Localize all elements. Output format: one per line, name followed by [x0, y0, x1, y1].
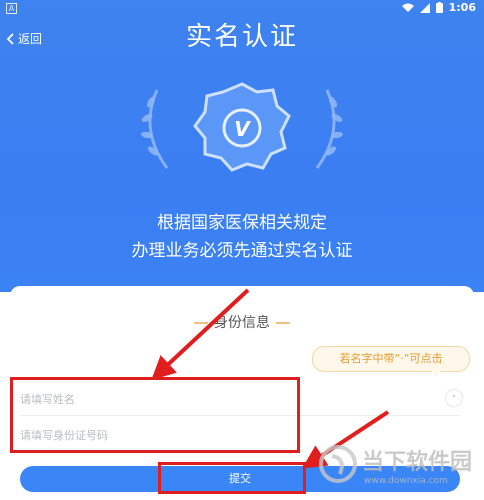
page-title: 实名认证 [185, 22, 298, 52]
verified-badge-icon: V [141, 82, 343, 172]
annotation-box-inputs [10, 377, 300, 453]
watermark-text: 当下软件园 [362, 450, 473, 475]
signal-icon [419, 2, 430, 13]
dot-hint-tooltip: 若名字中带“·”可点击 [312, 346, 470, 377]
watermark-logo-icon [319, 445, 357, 483]
title-dash-left [194, 322, 208, 324]
watermark-url: www.downxia.com [364, 476, 448, 486]
description-line-2: 办理业务必须先通过实名认证 [131, 241, 353, 261]
battery-icon [435, 2, 443, 13]
app-badge: A [6, 3, 17, 14]
badge-letter: V [234, 117, 251, 141]
watermark: 当下软件园 www.downxia.com [316, 440, 482, 498]
insert-dot-button[interactable]: · [446, 390, 462, 406]
system-icons: 1:06 [401, 1, 476, 14]
description-line-1: 根据国家医保相关规定 [157, 213, 327, 233]
title-dash-right [276, 322, 290, 324]
annotation-box-submit [158, 462, 306, 494]
clock: 1:06 [448, 1, 476, 14]
section-title-text: 身份信息 [214, 315, 270, 331]
section-title: 身份信息 [0, 312, 484, 332]
wifi-icon [401, 3, 414, 12]
